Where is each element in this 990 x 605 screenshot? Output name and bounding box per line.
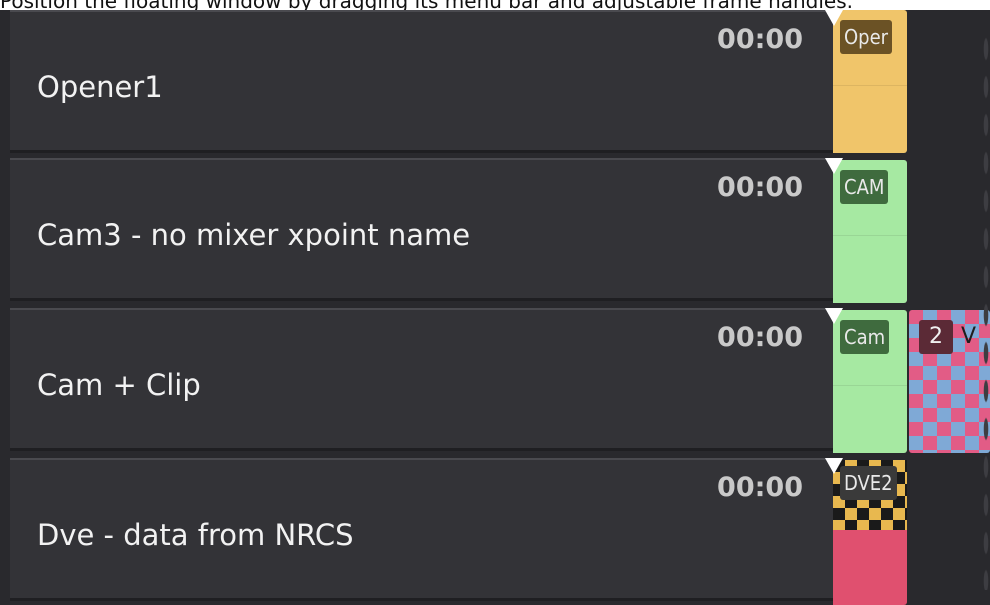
- timeline-clip-cam-plus-clip[interactable]: Cam: [833, 310, 907, 453]
- rundown-row-cam-clip[interactable]: Cam + Clip 00:00: [10, 308, 833, 451]
- timeline-clip-opener[interactable]: Oper: [833, 10, 907, 153]
- clip-tag: DVE2: [840, 466, 897, 500]
- clip-number-badge: 2: [919, 320, 953, 354]
- playhead-marker-icon[interactable]: [825, 10, 843, 26]
- row-title: Cam + Clip: [37, 368, 201, 402]
- row-duration: 00:00: [717, 322, 803, 353]
- row-duration: 00:00: [717, 172, 803, 203]
- clip-tag: Cam: [840, 320, 890, 354]
- playhead-marker-icon[interactable]: [825, 158, 843, 174]
- clip-label: V: [961, 324, 977, 349]
- playhead-marker-icon[interactable]: [825, 458, 843, 474]
- rundown-row-opener1[interactable]: Opener1 00:00: [10, 10, 833, 153]
- rundown-panel: Opener1 00:00 Oper Cam3 - no mixer xpoin…: [0, 10, 990, 605]
- playhead-marker-icon[interactable]: [825, 308, 843, 324]
- secondary-clip[interactable]: 2 V: [909, 310, 990, 453]
- scroll-dots: [982, 30, 990, 590]
- row-title: Cam3 - no mixer xpoint name: [37, 218, 471, 252]
- row-title: Dve - data from NRCS: [37, 518, 354, 552]
- row-duration: 00:00: [717, 472, 803, 503]
- timeline-clip-cam[interactable]: CAM: [833, 160, 907, 303]
- rundown-row-cam3[interactable]: Cam3 - no mixer xpoint name 00:00: [10, 158, 833, 301]
- clip-tag: CAM: [840, 170, 889, 204]
- timeline-clip-dve[interactable]: DVE2: [833, 460, 907, 605]
- row-title: Opener1: [37, 70, 163, 104]
- rundown-row-dve[interactable]: Dve - data from NRCS 00:00: [10, 458, 833, 601]
- row-duration: 00:00: [717, 24, 803, 55]
- clip-tag: Oper: [840, 20, 893, 54]
